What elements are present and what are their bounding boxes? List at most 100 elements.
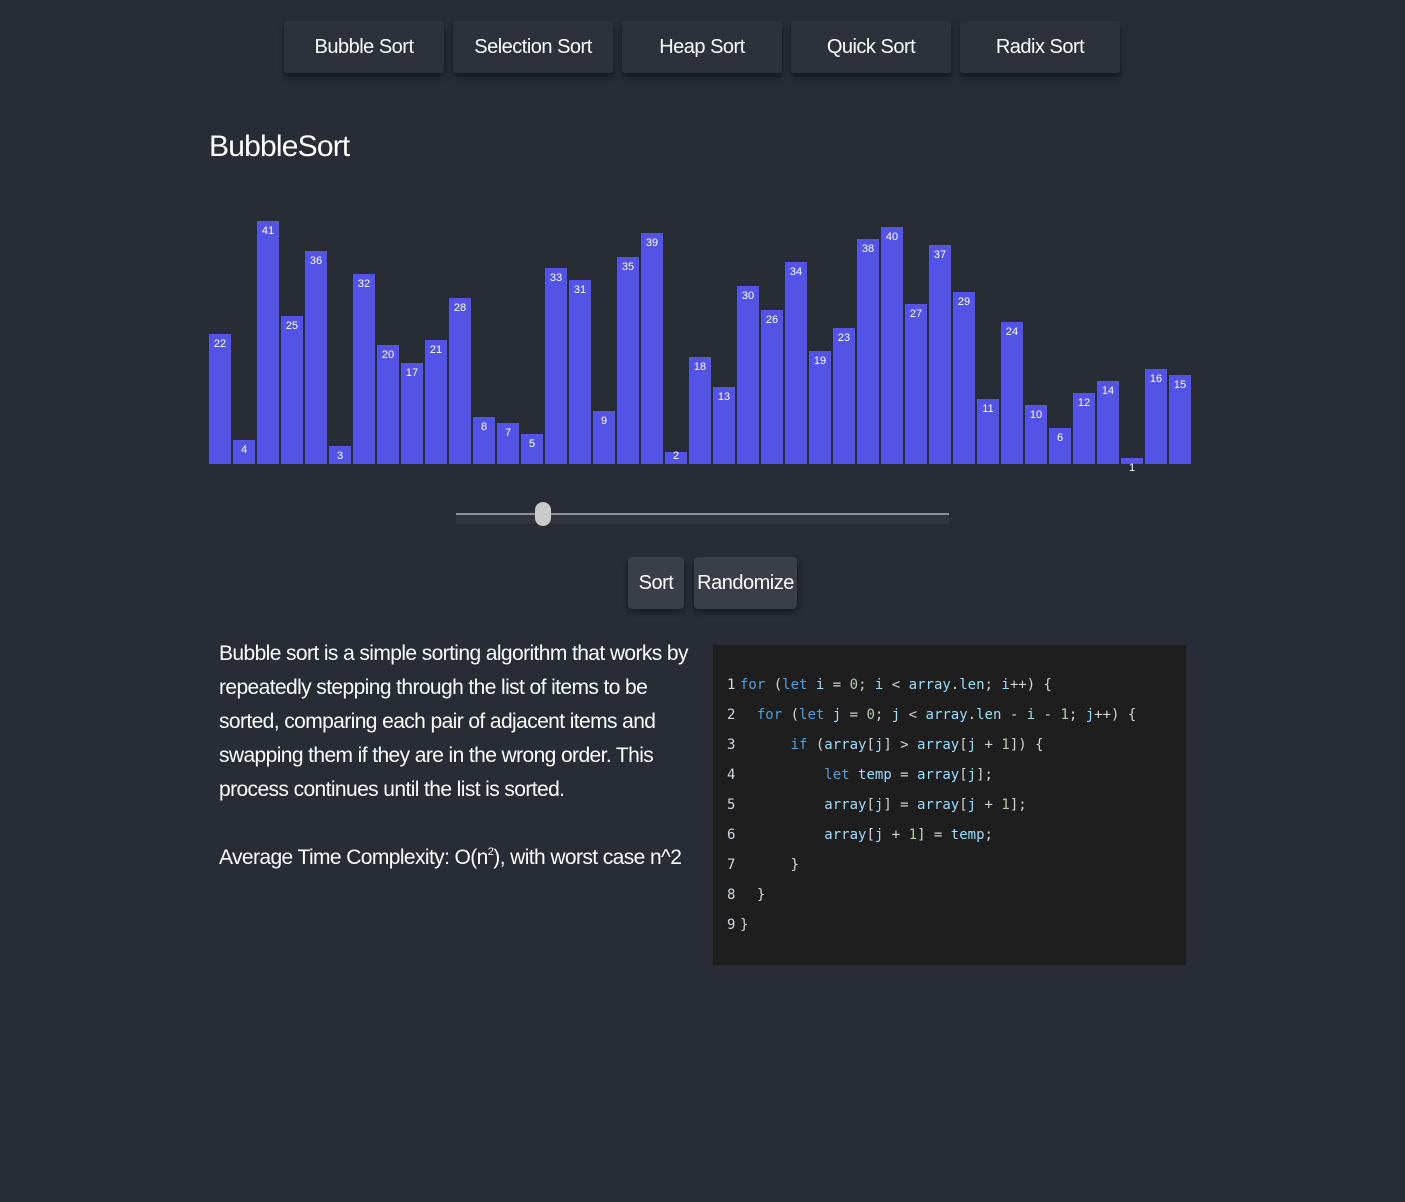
array-size-slider[interactable]: [456, 502, 949, 526]
code-token: ] =: [883, 797, 918, 813]
bar: 15: [1169, 375, 1191, 464]
nav-heap-sort-button[interactable]: Heap Sort: [622, 21, 782, 73]
code-token: j: [967, 797, 977, 813]
code-token: ;: [984, 677, 1002, 693]
bar: 18: [689, 357, 711, 464]
description-text: Bubble sort is a simple sorting algorith…: [219, 642, 688, 801]
bar-value-label: 27: [909, 308, 923, 320]
code-token: ;: [858, 677, 875, 693]
randomize-button[interactable]: Randomize: [694, 557, 797, 609]
line-number: 8: [727, 887, 736, 903]
code-token: 1: [1060, 707, 1069, 723]
bar: 32: [353, 274, 375, 464]
code-token: }: [790, 857, 800, 873]
code-token: [: [866, 797, 875, 813]
complexity-prefix: Average Time Complexity: O(n: [219, 846, 488, 869]
bar: 37: [929, 245, 951, 464]
bar-value-label: 1: [1128, 462, 1136, 474]
bar-value-label: 28: [453, 302, 467, 314]
bar-value-label: 40: [885, 231, 899, 243]
code-token: array: [824, 797, 867, 813]
code-token: for: [756, 707, 783, 723]
code-token: let: [782, 677, 808, 693]
code-token: array: [917, 737, 960, 753]
bar-value-label: 4: [240, 444, 248, 456]
bar: 21: [425, 340, 447, 464]
code-token: -: [1001, 707, 1027, 723]
bar-value-label: 3: [336, 450, 344, 462]
bar-value-label: 20: [381, 349, 395, 361]
bar-value-label: 9: [600, 415, 608, 427]
bar-value-label: 10: [1029, 409, 1043, 421]
bar: 2: [665, 450, 687, 464]
code-line: 1 for (let i = 0; i < array.len; i++) {: [727, 675, 1052, 695]
bar-value-label: 17: [405, 367, 419, 379]
code-token: temp: [950, 827, 985, 843]
code-line: 4 let temp = array[j];: [727, 765, 993, 785]
bar-value-label: 2: [672, 450, 680, 462]
code-token: for: [740, 677, 766, 693]
action-buttons: Sort Randomize: [628, 557, 797, 609]
bar-value-label: 34: [789, 266, 803, 278]
bar: 35: [617, 257, 639, 464]
bar: 39: [641, 233, 663, 464]
nav-radix-sort-button[interactable]: Radix Sort: [960, 21, 1120, 73]
code-token: 1: [1001, 737, 1010, 753]
code-token: temp: [858, 767, 892, 783]
code-token: ] >: [883, 737, 918, 753]
bar-value-label: 23: [837, 332, 851, 344]
bar-value-label: 5: [528, 438, 536, 450]
bar-value-label: 18: [693, 361, 707, 373]
bar: 22: [209, 334, 231, 464]
code-token: .: [967, 707, 977, 723]
bar: 19: [809, 351, 831, 464]
code-token: array: [824, 737, 867, 753]
code-token: <: [883, 677, 909, 693]
bar: 10: [1025, 405, 1047, 464]
bar-value-label: 11: [982, 403, 994, 415]
nav-bubble-sort-button[interactable]: Bubble Sort: [284, 21, 444, 73]
sort-button[interactable]: Sort: [628, 557, 684, 609]
bar: 6: [1049, 428, 1071, 464]
code-token: (: [807, 737, 825, 753]
bar: 13: [713, 387, 735, 464]
line-number: 4: [727, 767, 736, 783]
bar: 28: [449, 298, 471, 464]
bar: 30: [737, 286, 759, 464]
bar: 7: [497, 423, 519, 464]
bar-value-label: 29: [957, 296, 971, 308]
line-number: 5: [727, 797, 736, 813]
bar: 25: [281, 316, 303, 464]
code-token: j: [832, 707, 842, 723]
bar-value-label: 31: [573, 284, 587, 296]
code-token: j: [967, 767, 977, 783]
bar: 11: [977, 399, 999, 464]
line-number: 6: [727, 827, 736, 843]
code-token: =: [824, 677, 850, 693]
line-number: 2: [727, 707, 736, 723]
nav-selection-sort-button[interactable]: Selection Sort: [453, 21, 613, 73]
bar-value-label: 32: [357, 278, 371, 290]
bar: 3: [329, 446, 351, 464]
bar-value-label: 7: [504, 427, 512, 439]
code-token: [: [959, 797, 968, 813]
code-token: 1: [908, 827, 918, 843]
bar-value-label: 41: [261, 225, 275, 237]
code-token: <: [900, 707, 926, 723]
bar: 1: [1121, 458, 1143, 474]
slider-thumb[interactable]: [535, 502, 552, 526]
bar: 14: [1097, 381, 1119, 464]
nav-quick-sort-button[interactable]: Quick Sort: [791, 21, 951, 73]
code-line: 3 if (array[j] > array[j + 1]) {: [727, 735, 1044, 755]
code-token: ];: [976, 767, 993, 783]
code-token: -: [1035, 707, 1061, 723]
code-token: ;: [874, 707, 892, 723]
bar: 5: [521, 434, 543, 464]
code-token: len: [976, 707, 1002, 723]
code-line: 7 }: [727, 855, 799, 875]
